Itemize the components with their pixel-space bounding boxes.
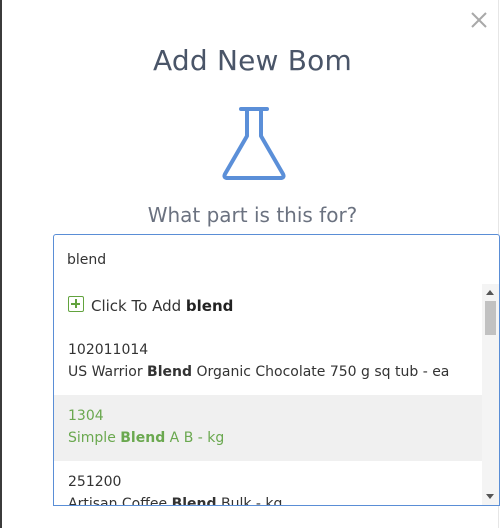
part-description: Simple Blend A B - kg [68,430,224,446]
desc-match: Blend [120,430,166,446]
add-term-text: blend [185,297,234,315]
desc-match: Blend [171,496,217,506]
results-list: Click To Add blend 102011014 US Warrior … [54,284,484,506]
flask-icon [220,106,288,182]
part-code: 102011014 [68,342,149,358]
part-search-input[interactable] [67,249,467,271]
list-item[interactable]: 102011014 US Warrior Blend Organic Choco… [54,329,484,395]
desc-match: Blend [147,364,192,380]
part-description: US Warrior Blend Organic Chocolate 750 g… [68,364,449,380]
scrollbar-thumb[interactable] [485,301,496,335]
part-search-box [53,234,500,285]
add-prefix-text: Click To Add [91,297,182,315]
click-to-add-label: Click To Add blend [91,297,233,315]
desc-suffix: Bulk - kg [216,496,283,506]
part-code: 251200 [68,474,122,490]
modal-title: Add New Bom [153,44,352,77]
desc-suffix: Organic Chocolate 750 g sq tub - ea [192,364,450,380]
click-to-add-option[interactable]: Click To Add blend [54,284,484,329]
part-code: 1304 [68,408,104,424]
list-item[interactable]: 251200 Artisan Coffee Blend Bulk - kg [54,461,484,506]
scroll-down-arrow-icon[interactable] [486,494,494,499]
scroll-up-arrow-icon[interactable] [486,290,494,295]
close-icon[interactable] [468,9,490,31]
part-description: Artisan Coffee Blend Bulk - kg [68,496,283,506]
plus-square-icon [68,296,84,312]
desc-prefix: Artisan Coffee [68,496,172,506]
list-item[interactable]: 1304 Simple Blend A B - kg [54,395,484,461]
desc-prefix: US Warrior [68,364,148,380]
search-results-dropdown: Click To Add blend 102011014 US Warrior … [53,284,500,506]
dropdown-scrollbar[interactable] [482,284,499,505]
desc-prefix: Simple [68,430,121,446]
part-question: What part is this for? [147,203,358,227]
desc-suffix: A B - kg [165,430,225,446]
